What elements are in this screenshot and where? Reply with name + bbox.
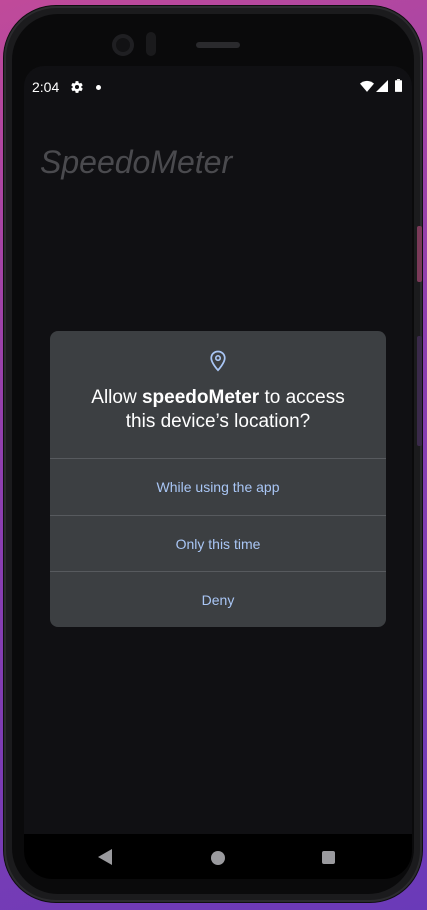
battery-icon [395,79,402,92]
phone-frame: 2:04 SpeedoMeter Allow speedoMeter to ac… [4,6,422,902]
power-button [417,226,422,282]
back-icon[interactable] [98,849,112,865]
volume-button [417,336,422,446]
home-icon[interactable] [211,851,225,865]
recents-icon[interactable] [322,851,335,864]
only-this-time-button[interactable]: Only this time [50,515,386,572]
app-title: SpeedoMeter [40,144,233,180]
dialog-title-prefix: Allow [91,387,142,408]
proximity-sensor [146,32,156,56]
earpiece-speaker [196,42,240,48]
gear-icon [71,81,83,93]
status-time: 2:04 [32,79,60,95]
location-permission-dialog: Allow speedoMeter to access this device’… [50,331,386,627]
option-label: While using the app [156,479,280,495]
wifi-icon [360,80,374,92]
dialog-title-line2: this device’s location? [125,411,311,432]
front-camera [112,34,134,56]
notification-dot-icon [96,85,101,90]
dialog-title: Allow speedoMeter to access this device’… [50,386,386,434]
dialog-app-name: speedoMeter [141,387,260,408]
navigation-bar [24,834,412,879]
screen: 2:04 SpeedoMeter Allow speedoMeter to ac… [24,66,412,879]
status-bar: 2:04 [24,66,412,106]
location-pin-icon [210,350,226,372]
while-using-app-button[interactable]: While using the app [50,458,386,515]
cell-signal-icon [376,80,388,92]
option-label: Deny [201,592,235,608]
option-label: Only this time [175,536,261,552]
deny-button[interactable]: Deny [50,571,386,627]
dialog-title-suffix: to access [259,387,345,408]
